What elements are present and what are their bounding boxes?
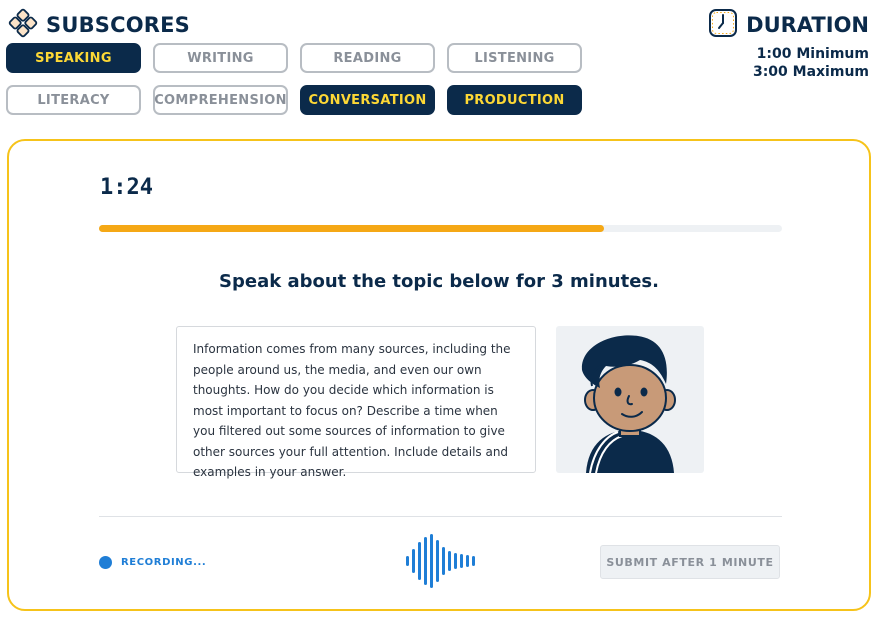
pill-speaking[interactable]: SPEAKING xyxy=(6,43,141,73)
recording-dot-icon xyxy=(99,556,112,569)
duration-minimum: 1:00 Minimum xyxy=(756,46,869,62)
submit-button[interactable]: SUBMIT AFTER 1 MINUTE xyxy=(600,545,780,579)
diamond-grid-icon xyxy=(8,8,38,42)
divider xyxy=(99,516,782,517)
pill-reading[interactable]: READING xyxy=(300,43,435,73)
duration-maximum: 3:00 Maximum xyxy=(752,64,869,80)
pill-literacy[interactable]: LITERACY xyxy=(6,85,141,115)
pill-listening[interactable]: LISTENING xyxy=(447,43,582,73)
subscores-title: SUBSCORES xyxy=(46,13,191,37)
task-instruction: Speak about the topic below for 3 minute… xyxy=(219,271,659,292)
person-illustration xyxy=(581,335,676,473)
recording-indicator: RECORDING... xyxy=(99,556,206,569)
pill-production[interactable]: PRODUCTION xyxy=(447,85,582,115)
clock-icon xyxy=(708,8,738,42)
duration-title: DURATION xyxy=(746,13,869,37)
audio-waveform-icon xyxy=(405,534,475,588)
pill-conversation[interactable]: CONVERSATION xyxy=(300,85,435,115)
progress-bar-fill xyxy=(99,225,605,232)
pill-writing[interactable]: WRITING xyxy=(153,43,288,73)
progress-bar xyxy=(99,225,782,232)
prompt-box: Information comes from many sources, inc… xyxy=(176,326,536,479)
subscores-header: SUBSCORES xyxy=(8,8,190,42)
countdown-timer: 1:24 xyxy=(100,175,153,200)
recording-label: RECORDING... xyxy=(121,557,207,568)
pill-comprehension[interactable]: COMPREHENSION xyxy=(153,85,288,115)
prompt-text: Information comes from many sources, inc… xyxy=(193,342,511,479)
task-card: 1:24 Speak about the topic below for 3 m… xyxy=(7,139,871,611)
interviewer-avatar xyxy=(556,326,704,473)
duration-panel: DURATION 1:00 Minimum 3:00 Maximum xyxy=(708,8,869,81)
